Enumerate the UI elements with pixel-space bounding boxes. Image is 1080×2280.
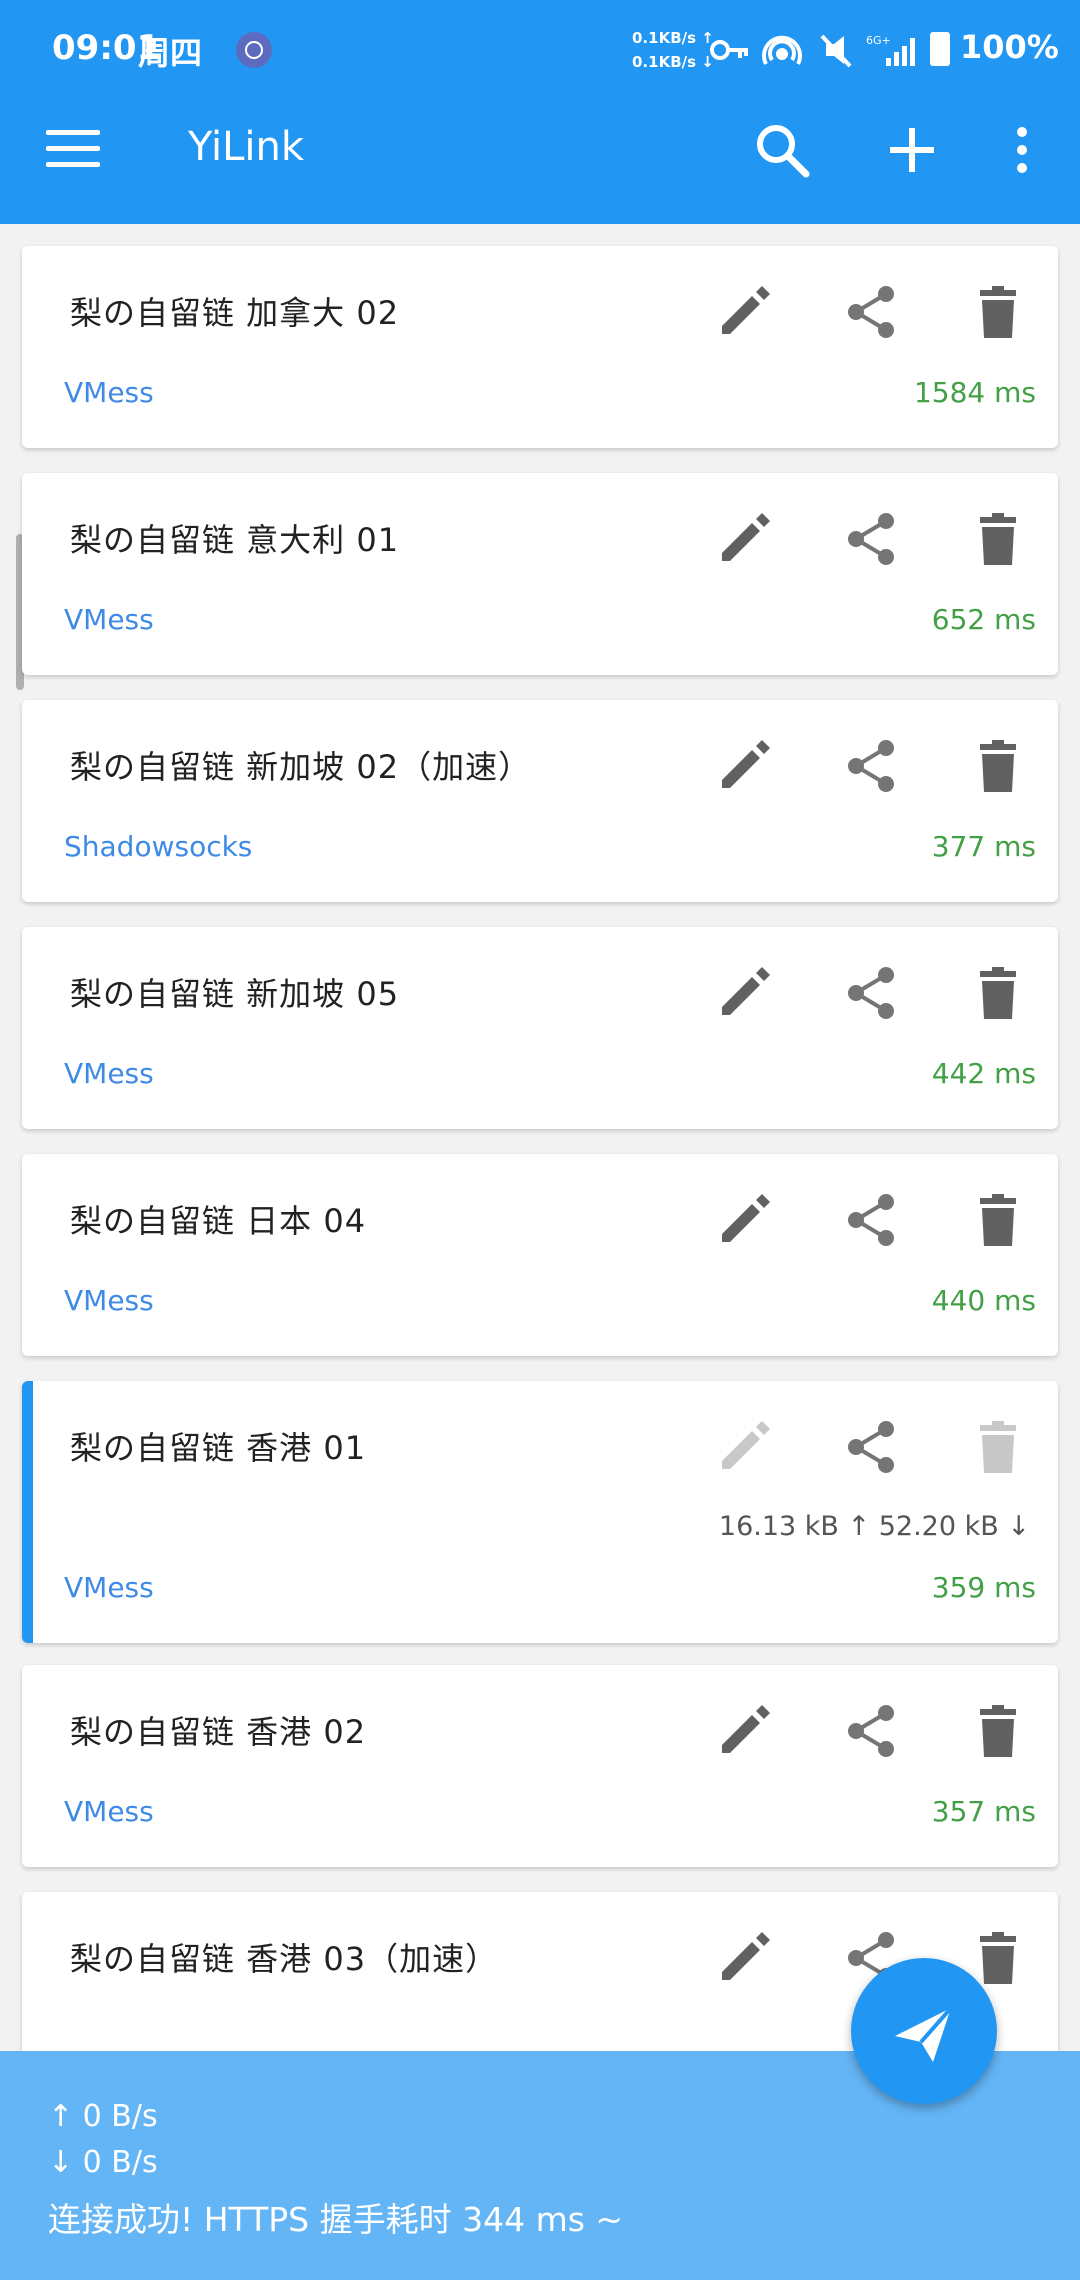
- app-title: YiLink: [188, 124, 305, 170]
- server-name: 梨の自留链 香港 03（加速）: [70, 1940, 499, 1978]
- server-card[interactable]: 梨の自留链 日本 04 VMess 440 ms: [22, 1154, 1058, 1356]
- signal-label: 6G+: [866, 34, 891, 47]
- connect-fab[interactable]: [851, 1958, 997, 2104]
- server-name: 梨の自留链 加拿大 02: [70, 294, 400, 332]
- menu-icon[interactable]: [46, 130, 100, 170]
- delete-icon[interactable]: [966, 280, 1030, 344]
- server-name: 梨の自留链 香港 02: [70, 1713, 367, 1751]
- edit-icon[interactable]: [712, 1415, 776, 1479]
- server-type: VMess: [64, 1284, 154, 1317]
- server-latency: 357 ms: [931, 1795, 1036, 1828]
- share-icon[interactable]: [840, 734, 904, 798]
- edit-icon[interactable]: [712, 1926, 776, 1990]
- server-name: 梨の自留链 日本 04: [70, 1202, 367, 1240]
- server-name: 梨の自留链 意大利 01: [70, 521, 400, 559]
- add-icon[interactable]: [880, 118, 944, 182]
- server-card[interactable]: 梨の自留链 意大利 01 VMess 652 ms: [22, 473, 1058, 675]
- delete-icon[interactable]: [966, 507, 1030, 571]
- connection-message: 连接成功! HTTPS 握手耗时 344 ms ~: [48, 2200, 624, 2239]
- server-type: VMess: [64, 376, 154, 409]
- server-card[interactable]: 梨の自留链 新加坡 05 VMess 442 ms: [22, 927, 1058, 1129]
- edit-icon[interactable]: [712, 1188, 776, 1252]
- status-icons: 6G+: [710, 34, 915, 68]
- network-speed: 0.1KB/s ↑ 0.1KB/s ↓: [632, 26, 714, 74]
- delete-icon[interactable]: [966, 734, 1030, 798]
- status-bar: 09:01 周四 0.1KB/s ↑ 0.1KB/s ↓ 6G+ 100%: [0, 0, 1080, 100]
- server-latency: 652 ms: [931, 603, 1036, 636]
- server-card[interactable]: 梨の自留链 新加坡 02（加速） Shadowsocks 377 ms: [22, 700, 1058, 902]
- server-name: 梨の自留链 新加坡 05: [70, 975, 400, 1013]
- server-latency: 1584 ms: [913, 376, 1036, 409]
- server-type: VMess: [64, 603, 154, 636]
- server-name: 梨の自留链 香港 01: [70, 1429, 367, 1467]
- share-icon[interactable]: [840, 1188, 904, 1252]
- edit-icon[interactable]: [712, 507, 776, 571]
- edit-icon[interactable]: [712, 280, 776, 344]
- server-card[interactable]: 梨の自留链 加拿大 02 VMess 1584 ms: [22, 246, 1058, 448]
- share-icon[interactable]: [840, 280, 904, 344]
- share-icon[interactable]: [840, 507, 904, 571]
- share-icon[interactable]: [840, 1415, 904, 1479]
- edit-icon[interactable]: [712, 961, 776, 1025]
- server-latency: 359 ms: [931, 1571, 1036, 1604]
- send-icon: [895, 2006, 953, 2062]
- delete-icon[interactable]: [966, 1699, 1030, 1763]
- download-speed: ↓ 0 B/s: [48, 2145, 158, 2180]
- more-vert-icon[interactable]: [990, 118, 1054, 182]
- app-bar: 09:01 周四 0.1KB/s ↑ 0.1KB/s ↓ 6G+ 100% Yi…: [0, 0, 1080, 224]
- battery-icon: [930, 32, 950, 66]
- server-name: 梨の自留链 新加坡 02（加速）: [70, 748, 532, 786]
- delete-icon[interactable]: [966, 1415, 1030, 1479]
- server-latency: 440 ms: [931, 1284, 1036, 1317]
- delete-icon[interactable]: [966, 1188, 1030, 1252]
- server-type: VMess: [64, 1795, 154, 1828]
- hotspot-icon: [762, 35, 802, 65]
- server-type: Shadowsocks: [64, 830, 253, 863]
- upload-speed: ↑ 0 B/s: [48, 2099, 158, 2134]
- app-notification-icon: [236, 32, 272, 68]
- server-type: VMess: [64, 1057, 154, 1090]
- share-icon[interactable]: [840, 961, 904, 1025]
- battery-percent: 100%: [960, 28, 1059, 66]
- search-icon[interactable]: [750, 118, 814, 182]
- mute-icon: [820, 34, 852, 68]
- server-traffic: 16.13 kB ↑ 52.20 kB ↓: [718, 1511, 1030, 1542]
- server-latency: 442 ms: [931, 1057, 1036, 1090]
- vpn-key-icon: [710, 40, 748, 60]
- status-day: 周四: [138, 34, 203, 72]
- server-latency: 377 ms: [931, 830, 1036, 863]
- edit-icon[interactable]: [712, 734, 776, 798]
- server-card[interactable]: 梨の自留链 香港 01 VMess 359 ms 16.13 kB ↑ 52.2…: [22, 1381, 1058, 1643]
- server-card[interactable]: 梨の自留链 香港 02 VMess 357 ms: [22, 1665, 1058, 1867]
- edit-icon[interactable]: [712, 1699, 776, 1763]
- share-icon[interactable]: [840, 1699, 904, 1763]
- delete-icon[interactable]: [966, 961, 1030, 1025]
- network-speed-down: 0.1KB/s ↓: [632, 53, 714, 71]
- network-speed-up: 0.1KB/s ↑: [632, 29, 714, 47]
- server-type: VMess: [64, 1571, 154, 1604]
